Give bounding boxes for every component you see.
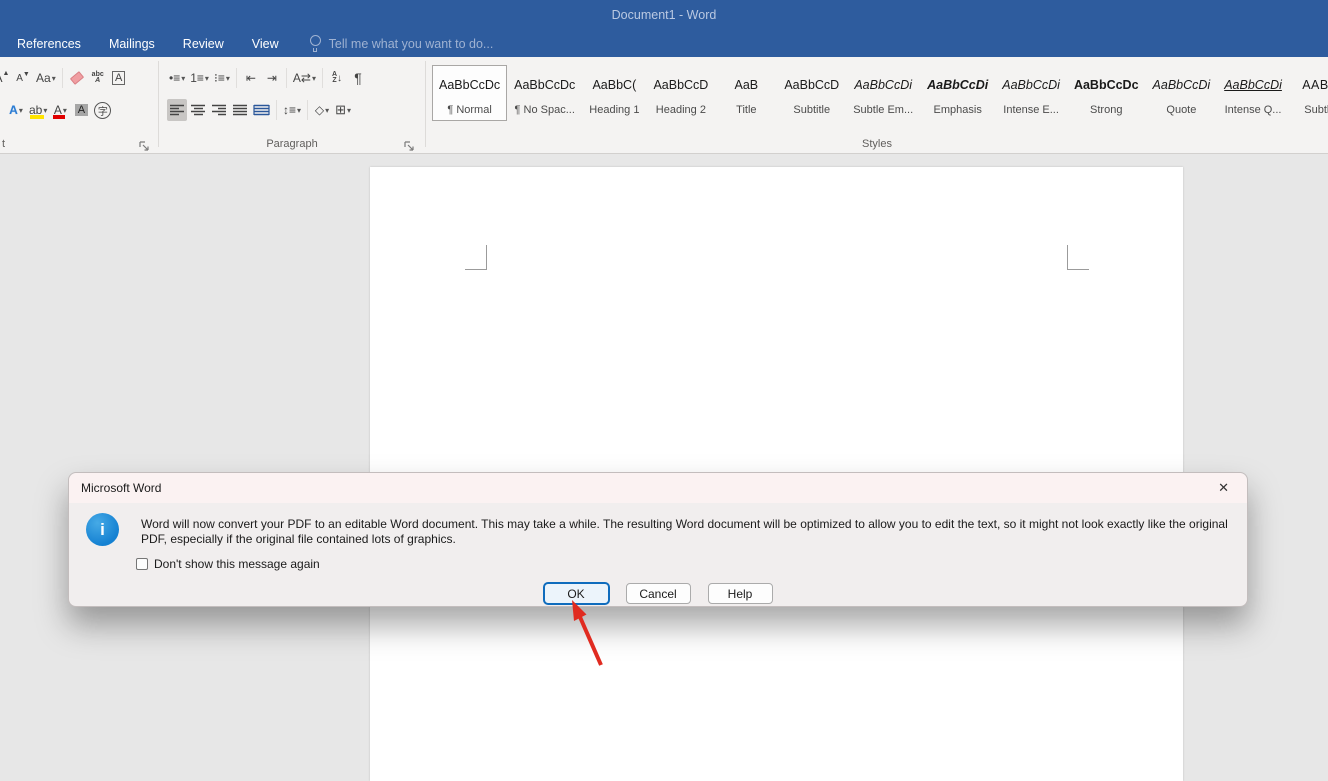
justify-button[interactable] — [230, 99, 250, 121]
microsoft-word-dialog: Microsoft Word ✕ i Word will now convert… — [68, 472, 1248, 607]
font-group-label: t — [2, 138, 158, 150]
align-left-button[interactable] — [167, 99, 187, 121]
style-heading1[interactable]: AaBbC( Heading 1 — [582, 65, 646, 121]
style-subtle-emphasis[interactable]: AaBbCcDi Subtle Em... — [846, 65, 920, 121]
styles-group-label: Styles — [426, 138, 1328, 150]
phonetic-guide-button[interactable]: abcA — [88, 67, 108, 89]
style-heading2[interactable]: AaBbCcD Heading 2 — [646, 65, 715, 121]
grow-font-button[interactable]: A▲ — [0, 67, 12, 89]
style-title[interactable]: AaB Title — [715, 65, 777, 121]
styles-group: AaBbCcDc ¶ Normal AaBbCcDc ¶ No Spac... … — [426, 57, 1328, 153]
borders-button[interactable]: ⊞▾ — [333, 99, 353, 121]
tab-review[interactable]: Review — [169, 31, 238, 57]
shading-button[interactable]: ◇▾ — [312, 99, 332, 121]
style-intense-emphasis[interactable]: AaBbCcDi Intense E... — [995, 65, 1067, 121]
eraser-icon — [70, 71, 84, 85]
paragraph-dialog-launcher[interactable] — [404, 139, 415, 150]
sort-button[interactable]: AZ↓ — [327, 67, 347, 89]
show-hide-pilcrow-button[interactable]: ¶ — [348, 67, 368, 89]
style-subtitle[interactable]: AaBbCcD Subtitle — [777, 65, 846, 121]
window-title: Document1 - Word — [0, 8, 1328, 22]
increase-indent-button[interactable]: ⇥ — [262, 67, 282, 89]
text-effects-button[interactable]: A▾ — [6, 99, 26, 121]
tab-references[interactable]: References — [3, 31, 95, 57]
numbering-button[interactable]: 1≡▾ — [188, 67, 211, 89]
align-center-button[interactable] — [188, 99, 208, 121]
styles-gallery: AaBbCcDc ¶ Normal AaBbCcDc ¶ No Spac... … — [432, 65, 1328, 121]
margin-crop-mark-left — [465, 245, 487, 270]
font-dialog-launcher[interactable] — [139, 139, 150, 150]
font-color-red-bar — [53, 115, 65, 119]
style-emphasis[interactable]: AaBbCcDi Emphasis — [920, 65, 995, 121]
highlight-color-button[interactable]: ab▾ — [27, 99, 49, 121]
separator — [307, 100, 308, 120]
info-icon: i — [86, 513, 119, 546]
dialog-message: Word will now convert your PDF to an edi… — [141, 517, 1235, 547]
help-button[interactable]: Help — [708, 583, 773, 604]
dialog-button-row: OK Cancel Help — [69, 583, 1247, 604]
align-right-button[interactable] — [209, 99, 229, 121]
dialog-body: i Word will now convert your PDF to an e… — [69, 503, 1247, 607]
separator — [286, 68, 287, 88]
window-titlebar: Document1 - Word — [0, 0, 1328, 30]
tell-me-search[interactable]: Tell me what you want to do... — [309, 35, 494, 52]
character-shading-button[interactable]: A — [71, 99, 91, 121]
dont-show-again-row[interactable]: Don't show this message again — [136, 557, 320, 571]
style-intense-quote[interactable]: AaBbCcDi Intense Q... — [1217, 65, 1289, 121]
margin-crop-mark-right — [1067, 245, 1089, 270]
document-workspace — [0, 155, 1328, 781]
decrease-indent-button[interactable]: ⇤ — [241, 67, 261, 89]
dialog-titlebar: Microsoft Word ✕ — [69, 473, 1247, 503]
multilevel-list-button[interactable]: ⁝≡▾ — [212, 67, 232, 89]
paragraph-group: •≡▾ 1≡▾ ⁝≡▾ ⇤ ⇥ A⇄▾ AZ↓ ¶ ↕≡▾ — [159, 57, 425, 153]
character-border-button[interactable]: A — [109, 67, 129, 89]
style-strong[interactable]: AaBbCcDc Strong — [1067, 65, 1146, 121]
shrink-font-button[interactable]: A▼ — [13, 67, 33, 89]
tab-mailings[interactable]: Mailings — [95, 31, 169, 57]
cancel-button[interactable]: Cancel — [626, 583, 691, 604]
separator — [276, 100, 277, 120]
ribbon: A▲ A▼ Aa▾ abcA A A▾ ab▾ A▾ A 字 t •≡▾ 1≡▾… — [0, 57, 1328, 154]
lightbulb-icon — [309, 35, 322, 52]
separator — [322, 68, 323, 88]
highlight-yellow-bar — [30, 115, 44, 119]
tell-me-label: Tell me what you want to do... — [329, 37, 494, 51]
style-normal[interactable]: AaBbCcDc ¶ Normal — [432, 65, 507, 121]
close-icon[interactable]: ✕ — [1212, 478, 1235, 498]
enclose-characters-button[interactable]: 字 — [92, 99, 113, 121]
change-case-button[interactable]: Aa▾ — [34, 67, 58, 89]
paragraph-group-label: Paragraph — [159, 138, 425, 150]
style-subtle-reference[interactable]: AABB Subtle — [1289, 65, 1328, 121]
bullets-button[interactable]: •≡▾ — [167, 67, 187, 89]
separator — [62, 68, 63, 88]
ok-button[interactable]: OK — [544, 583, 609, 604]
tab-view[interactable]: View — [238, 31, 293, 57]
distribute-button[interactable] — [251, 99, 272, 121]
style-no-spacing[interactable]: AaBbCcDc ¶ No Spac... — [507, 65, 582, 121]
dont-show-again-label: Don't show this message again — [154, 557, 320, 571]
font-group: A▲ A▼ Aa▾ abcA A A▾ ab▾ A▾ A 字 t — [0, 57, 158, 153]
font-color-button[interactable]: A▾ — [50, 99, 70, 121]
clear-formatting-button[interactable] — [67, 67, 87, 89]
separator — [236, 68, 237, 88]
ribbon-tab-row: References Mailings Review View Tell me … — [0, 30, 1328, 57]
style-quote[interactable]: AaBbCcDi Quote — [1146, 65, 1218, 121]
dialog-title: Microsoft Word — [81, 481, 1212, 495]
line-spacing-button[interactable]: ↕≡▾ — [281, 99, 303, 121]
dont-show-again-checkbox[interactable] — [136, 558, 148, 570]
asian-layout-button[interactable]: A⇄▾ — [291, 67, 318, 89]
